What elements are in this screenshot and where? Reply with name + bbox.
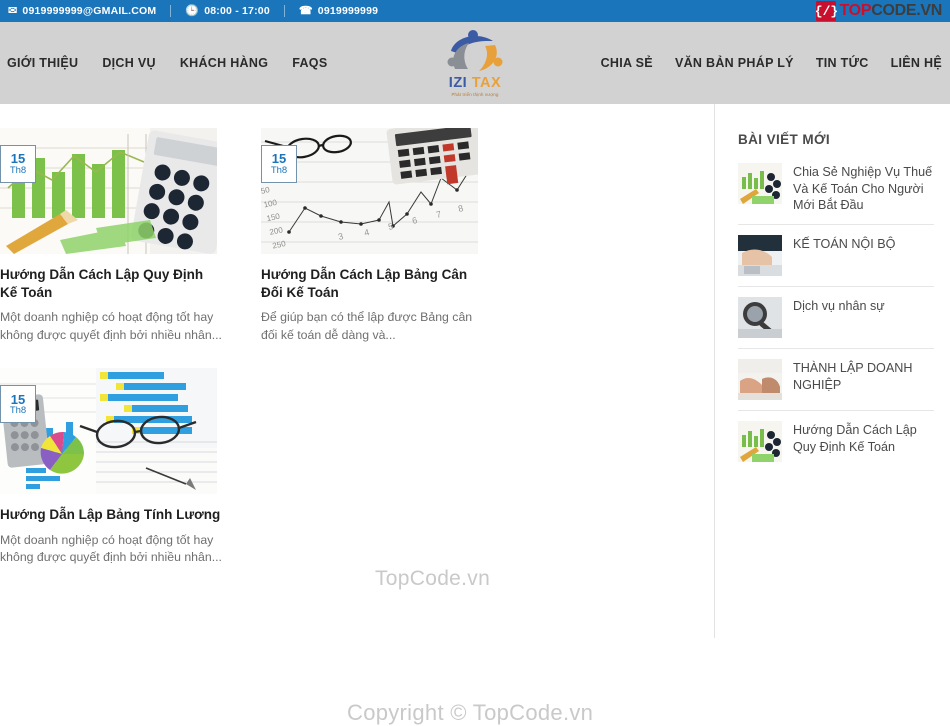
izitax-tagline: Phát triển thịnh vượng bbox=[451, 92, 499, 98]
sidebar-item-huong-dan-cach-lap-quy-dinh[interactable]: Hướng Dẫn Cách Lập Quy Định Kế Toán bbox=[738, 410, 934, 472]
article-thumbnail[interactable]: 50 100 150 200 250 3 4 5 6 7 8 15 Th8 bbox=[261, 128, 478, 254]
nav-item-lien-he[interactable]: LIÊN HỆ bbox=[891, 56, 942, 70]
handshake-thumbnail-icon bbox=[738, 359, 782, 401]
article-thumbnail[interactable]: 15 Th8 bbox=[0, 368, 217, 495]
sidebar-thumbnail bbox=[738, 359, 782, 401]
article-date-month: Th8 bbox=[270, 164, 288, 176]
primary-nav-right: CHIA SẺ VĂN BẢN PHÁP LÝ TIN TỨC LIÊN HỆ bbox=[601, 56, 942, 70]
article-excerpt: Một doanh nghiệp có hoạt động tốt hay kh… bbox=[0, 532, 222, 565]
topbar-separator-1 bbox=[170, 5, 172, 17]
nav-item-van-ban-phap-ly[interactable]: VĂN BẢN PHÁP LÝ bbox=[675, 56, 794, 70]
topbar-hours-text: 08:00 - 17:00 bbox=[204, 5, 270, 17]
watermark-bottom: Copyright © TopCode.vn bbox=[347, 700, 594, 725]
article-grid-column: 15 Th8 Hướng Dẫn Cách Lập Quy Định Kế To… bbox=[0, 104, 714, 725]
article-date-badge: 15 Th8 bbox=[0, 145, 36, 183]
site-logo[interactable]: IZI TAX Phát triển thịnh vượng bbox=[427, 24, 523, 102]
nav-item-khach-hang[interactable]: KHÁCH HÀNG bbox=[180, 56, 268, 70]
topbar-phone[interactable]: ☎ 0919999999 bbox=[299, 5, 378, 17]
article-date-month: Th8 bbox=[9, 164, 27, 176]
site-header: GIỚI THIỆU DỊCH VỤ KHÁCH HÀNG FAQS IZI T… bbox=[0, 22, 950, 104]
topbar-email-text: 0919999999@GMAIL.COM bbox=[22, 5, 157, 17]
article-excerpt: Một doanh nghiệp có hoạt động tốt hay kh… bbox=[0, 310, 222, 342]
article-card[interactable]: 15 Th8 Hướng Dẫn Cách Lập Quy Định Kế To… bbox=[0, 128, 259, 344]
sidebar-item-title: Hướng Dẫn Cách Lập Quy Định Kế Toán bbox=[793, 423, 917, 454]
envelope-icon: ✉ bbox=[8, 4, 18, 17]
article-title[interactable]: Hướng Dẫn Cách Lập Bảng Cân Đối Kế Toán bbox=[261, 266, 483, 302]
nav-item-faqs[interactable]: FAQS bbox=[292, 56, 327, 70]
topbar-email[interactable]: ✉ 0919999999@GMAIL.COM bbox=[8, 5, 156, 17]
topbar-separator-2 bbox=[283, 5, 285, 17]
topcode-logo-text-b: CODE.VN bbox=[871, 2, 942, 19]
article-excerpt: Để giúp bạn có thể lập được Bảng cân đối… bbox=[261, 310, 473, 342]
article-date-month: Th8 bbox=[9, 405, 27, 417]
hands-desk-thumbnail-icon bbox=[738, 235, 782, 277]
top-contact-bar: ✉ 0919999999@GMAIL.COM 🕒 08:00 - 17:00 ☎… bbox=[0, 0, 950, 22]
page-body: 15 Th8 Hướng Dẫn Cách Lập Quy Định Kế To… bbox=[0, 104, 950, 725]
green-chart-thumbnail-icon bbox=[738, 163, 782, 204]
article-title[interactable]: Hướng Dẫn Lập Bảng Tính Lương bbox=[0, 506, 222, 524]
sidebar-item-title: Dịch vụ nhân sự bbox=[793, 299, 885, 314]
nav-item-dich-vu[interactable]: DỊCH VỤ bbox=[102, 56, 156, 70]
sidebar-item-title: Chia Sẻ Nghiệp Vụ Thuế Và Kế Toán Cho Ng… bbox=[793, 165, 933, 213]
izitax-wordmark: IZI TAX bbox=[449, 76, 501, 91]
article-card[interactable]: 15 Th8 Hướng Dẫn Lập Bảng Tính Lương Một… bbox=[0, 368, 259, 566]
izitax-wordmark-tax: TAX bbox=[471, 74, 502, 91]
primary-nav-left: GIỚI THIỆU DỊCH VỤ KHÁCH HÀNG FAQS bbox=[0, 56, 327, 70]
nav-item-chia-se[interactable]: CHIA SẺ bbox=[601, 56, 653, 70]
article-title[interactable]: Hướng Dẫn Cách Lập Quy Định Kế Toán bbox=[0, 266, 222, 302]
sidebar: BÀI VIẾT MỚI Chia Sẻ Nghiệp Vụ Thuế Và K… bbox=[714, 104, 950, 638]
izitax-wordmark-izi: IZI bbox=[448, 74, 468, 91]
nav-item-tin-tuc[interactable]: TIN TỨC bbox=[816, 56, 869, 70]
clock-icon: 🕒 bbox=[185, 4, 200, 17]
article-date-day: 15 bbox=[10, 151, 26, 167]
article-thumbnail[interactable]: 15 Th8 bbox=[0, 128, 217, 254]
article-grid: 15 Th8 Hướng Dẫn Cách Lập Quy Định Kế To… bbox=[0, 128, 714, 590]
sidebar-heading: BÀI VIẾT MỚI bbox=[738, 132, 831, 147]
topbar-phone-text: 0919999999 bbox=[317, 5, 379, 17]
topcode-watermark-logo: {/} TOPCODE.VN bbox=[815, 1, 942, 21]
sidebar-item-title: THÀNH LẬP DOANH NGHIỆP bbox=[793, 361, 913, 392]
article-date-badge: 15 Th8 bbox=[261, 145, 297, 183]
izitax-emblem-icon bbox=[447, 29, 503, 71]
topbar-hours: 🕒 08:00 - 17:00 bbox=[185, 5, 270, 17]
nav-item-gioi-thieu[interactable]: GIỚI THIỆU bbox=[7, 56, 78, 70]
article-date-badge: 15 Th8 bbox=[0, 385, 36, 424]
sidebar-thumbnail bbox=[738, 163, 782, 204]
sidebar-thumbnail bbox=[738, 421, 782, 463]
magnifier-thumbnail-icon bbox=[738, 297, 782, 339]
content-sidebar-divider bbox=[714, 104, 715, 638]
topcode-logo-text: TOPCODE.VN bbox=[839, 2, 942, 20]
sidebar-thumbnail bbox=[738, 235, 782, 277]
article-date-day: 15 bbox=[10, 391, 26, 407]
topcode-logo-text-a: TOP bbox=[839, 2, 872, 19]
sidebar-item-title: KẾ TOÁN NỘI BỘ bbox=[793, 237, 896, 252]
topcode-brackets-icon: {/} bbox=[815, 1, 838, 21]
sidebar-item-dich-vu-nhan-su[interactable]: Dịch vụ nhân sự bbox=[738, 286, 934, 348]
article-card[interactable]: 50 100 150 200 250 3 4 5 6 7 8 15 Th8 Hư… bbox=[261, 128, 520, 344]
green-chart-thumbnail-icon bbox=[738, 421, 782, 463]
phone-icon: ☎ bbox=[298, 4, 313, 17]
sidebar-thumbnail bbox=[738, 297, 782, 339]
sidebar-item-ke-toan-noi-bo[interactable]: KẾ TOÁN NỘI BỘ bbox=[738, 224, 934, 286]
sidebar-item-thanh-lap-doanh-nghiep[interactable]: THÀNH LẬP DOANH NGHIỆP bbox=[738, 348, 934, 410]
article-date-day: 15 bbox=[271, 151, 287, 167]
sidebar-item-chia-se-nghiep-vu-thue[interactable]: Chia Sẻ Nghiệp Vụ Thuế Và Kế Toán Cho Ng… bbox=[738, 159, 934, 224]
